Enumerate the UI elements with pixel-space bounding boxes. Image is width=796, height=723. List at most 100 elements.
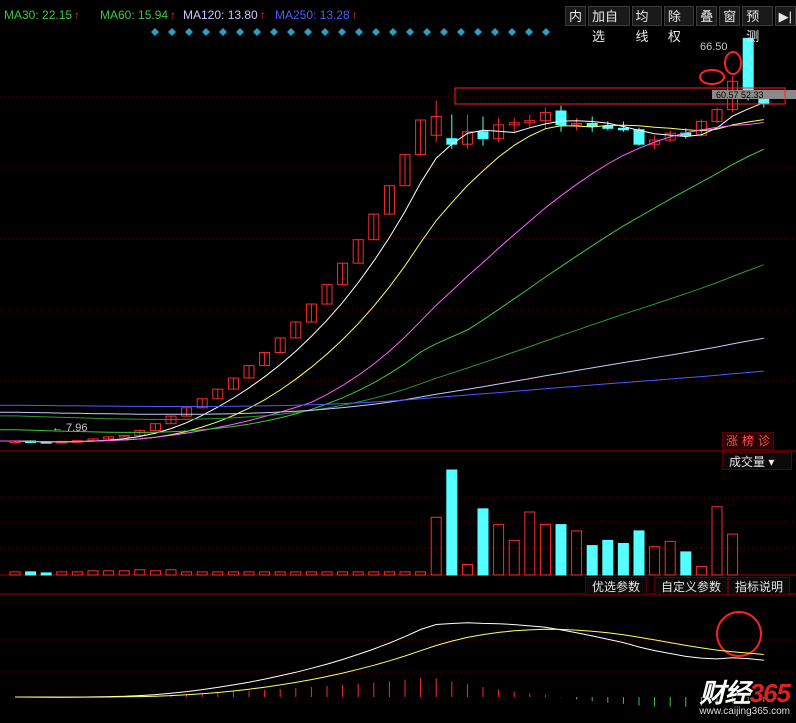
volume-bar [337,571,349,576]
logo-number: 365 [749,678,791,708]
event-marker-icon [389,28,397,36]
ma10-line [0,119,764,443]
play-end-button[interactable]: ▶| [774,6,796,26]
ma30-line [0,148,765,433]
volume-bar [243,571,255,576]
event-marker-icon [423,28,431,36]
volume-bar [711,506,723,576]
candle-body [617,127,629,131]
highlight-circle [716,611,762,657]
ma30-label: MA30: 22.15 ↑ [4,8,81,22]
ma5-line [0,102,764,443]
volume-bar [274,571,286,576]
ma60-label: MA60: 15.94 ↑ [100,8,177,22]
volume-bar [321,571,333,576]
window-button[interactable]: 窗 [719,6,741,26]
ma20-line [0,122,764,443]
logo-brand: 财经 [699,678,751,708]
event-marker-icon [202,28,210,36]
event-marker-icon [236,28,244,36]
event-marker-icon [491,28,499,36]
event-marker-icon [372,28,380,36]
add-favorite-button[interactable]: 加自选 [588,6,630,44]
volume-bar [352,571,364,576]
ma60-line [0,264,764,420]
volume-bar [508,539,520,576]
moving-average-button[interactable]: 均线 [631,6,662,44]
forecast-button[interactable]: 预测 [742,6,773,44]
ma120-label: MA120: 13.80 ↑ [183,8,266,22]
custom-params-button[interactable]: 自定义参数 [654,577,729,595]
event-marker-icon [253,28,261,36]
volume-bar [727,533,739,576]
event-marker-icon [457,28,465,36]
brand-logo: 财经365 www.caijing365.com [699,678,791,717]
volume-bar [103,570,115,576]
volume-bar [602,539,614,576]
volume-bar [305,571,317,576]
volume-bar [9,571,21,576]
volume-bar [539,524,551,576]
event-marker-icon [304,28,312,36]
last-price-label: 60.57 52.33 [716,90,764,100]
event-marker-icon [151,28,159,36]
candle-body [477,131,489,140]
volume-bar [461,564,473,576]
volume-bar [212,571,224,576]
event-marker-icon [542,28,550,36]
rise-button[interactable]: 涨 [726,433,738,449]
ex-rights-button[interactable]: 除权 [663,6,695,44]
volume-bar [493,524,505,576]
volume-bar [40,572,52,576]
optimal-params-button[interactable]: 优选参数 [585,577,648,595]
volume-bar [149,570,161,576]
event-marker-icon [321,28,329,36]
volume-bar [524,511,536,576]
volume-bar [586,545,598,576]
volume-bar [415,571,427,576]
event-marker-icon [525,28,533,36]
event-marker-icon [270,28,278,36]
rank-button[interactable]: 榜 [742,433,754,449]
event-marker-icon [219,28,227,36]
high-price-label: 66.50 [700,41,728,53]
ma250-line [0,370,764,407]
volume-bar [290,571,302,576]
volume-bar [664,540,676,576]
inner-button[interactable]: 内 [565,6,587,26]
event-marker-icon [287,28,295,36]
highlight-circle [699,69,725,85]
event-marker-icon [406,28,414,36]
event-marker-icon [355,28,363,36]
ma-legend: MA30: 22.15 ↑ MA60: 15.94 ↑ MA120: 13.80 ↑ … [0,0,560,24]
event-marker-icon [508,28,516,36]
overlay-button[interactable]: 叠 [696,6,718,26]
volume-bar [87,570,99,576]
candle-body [633,129,645,145]
volume-bar [71,571,83,576]
volume-bar [633,530,645,576]
event-marker-icon [440,28,448,36]
logo-url: www.caijing365.com [699,706,790,717]
stock-chart-window: 66.50 ← 7.96 60.57 52.33 MA30: 22.15 ↑ MA60… [0,0,796,723]
volume-bar [25,571,37,576]
volume-bar [617,543,629,576]
volume-bar [649,546,661,576]
candle-body [555,110,567,126]
event-marker-icon [168,28,176,36]
event-marker-icon [474,28,482,36]
volume-bar [695,566,707,576]
diagnose-button[interactable]: 诊 [758,433,770,449]
volume-bar [227,571,239,576]
ma120-line [0,337,764,415]
candle-body [602,125,614,129]
volume-bar [477,508,489,576]
volume-bar [118,570,130,576]
volume-indicator-select[interactable]: 成交量 ▾ [722,452,792,470]
candle-body [586,122,598,127]
indicator-help-button[interactable]: 指标说明 [728,577,791,595]
volume-bar [430,516,442,576]
volume-bar [555,524,567,576]
chart-canvas[interactable]: 66.50 ← 7.96 60.57 52.33 [0,0,796,723]
volume-bar [56,571,68,576]
